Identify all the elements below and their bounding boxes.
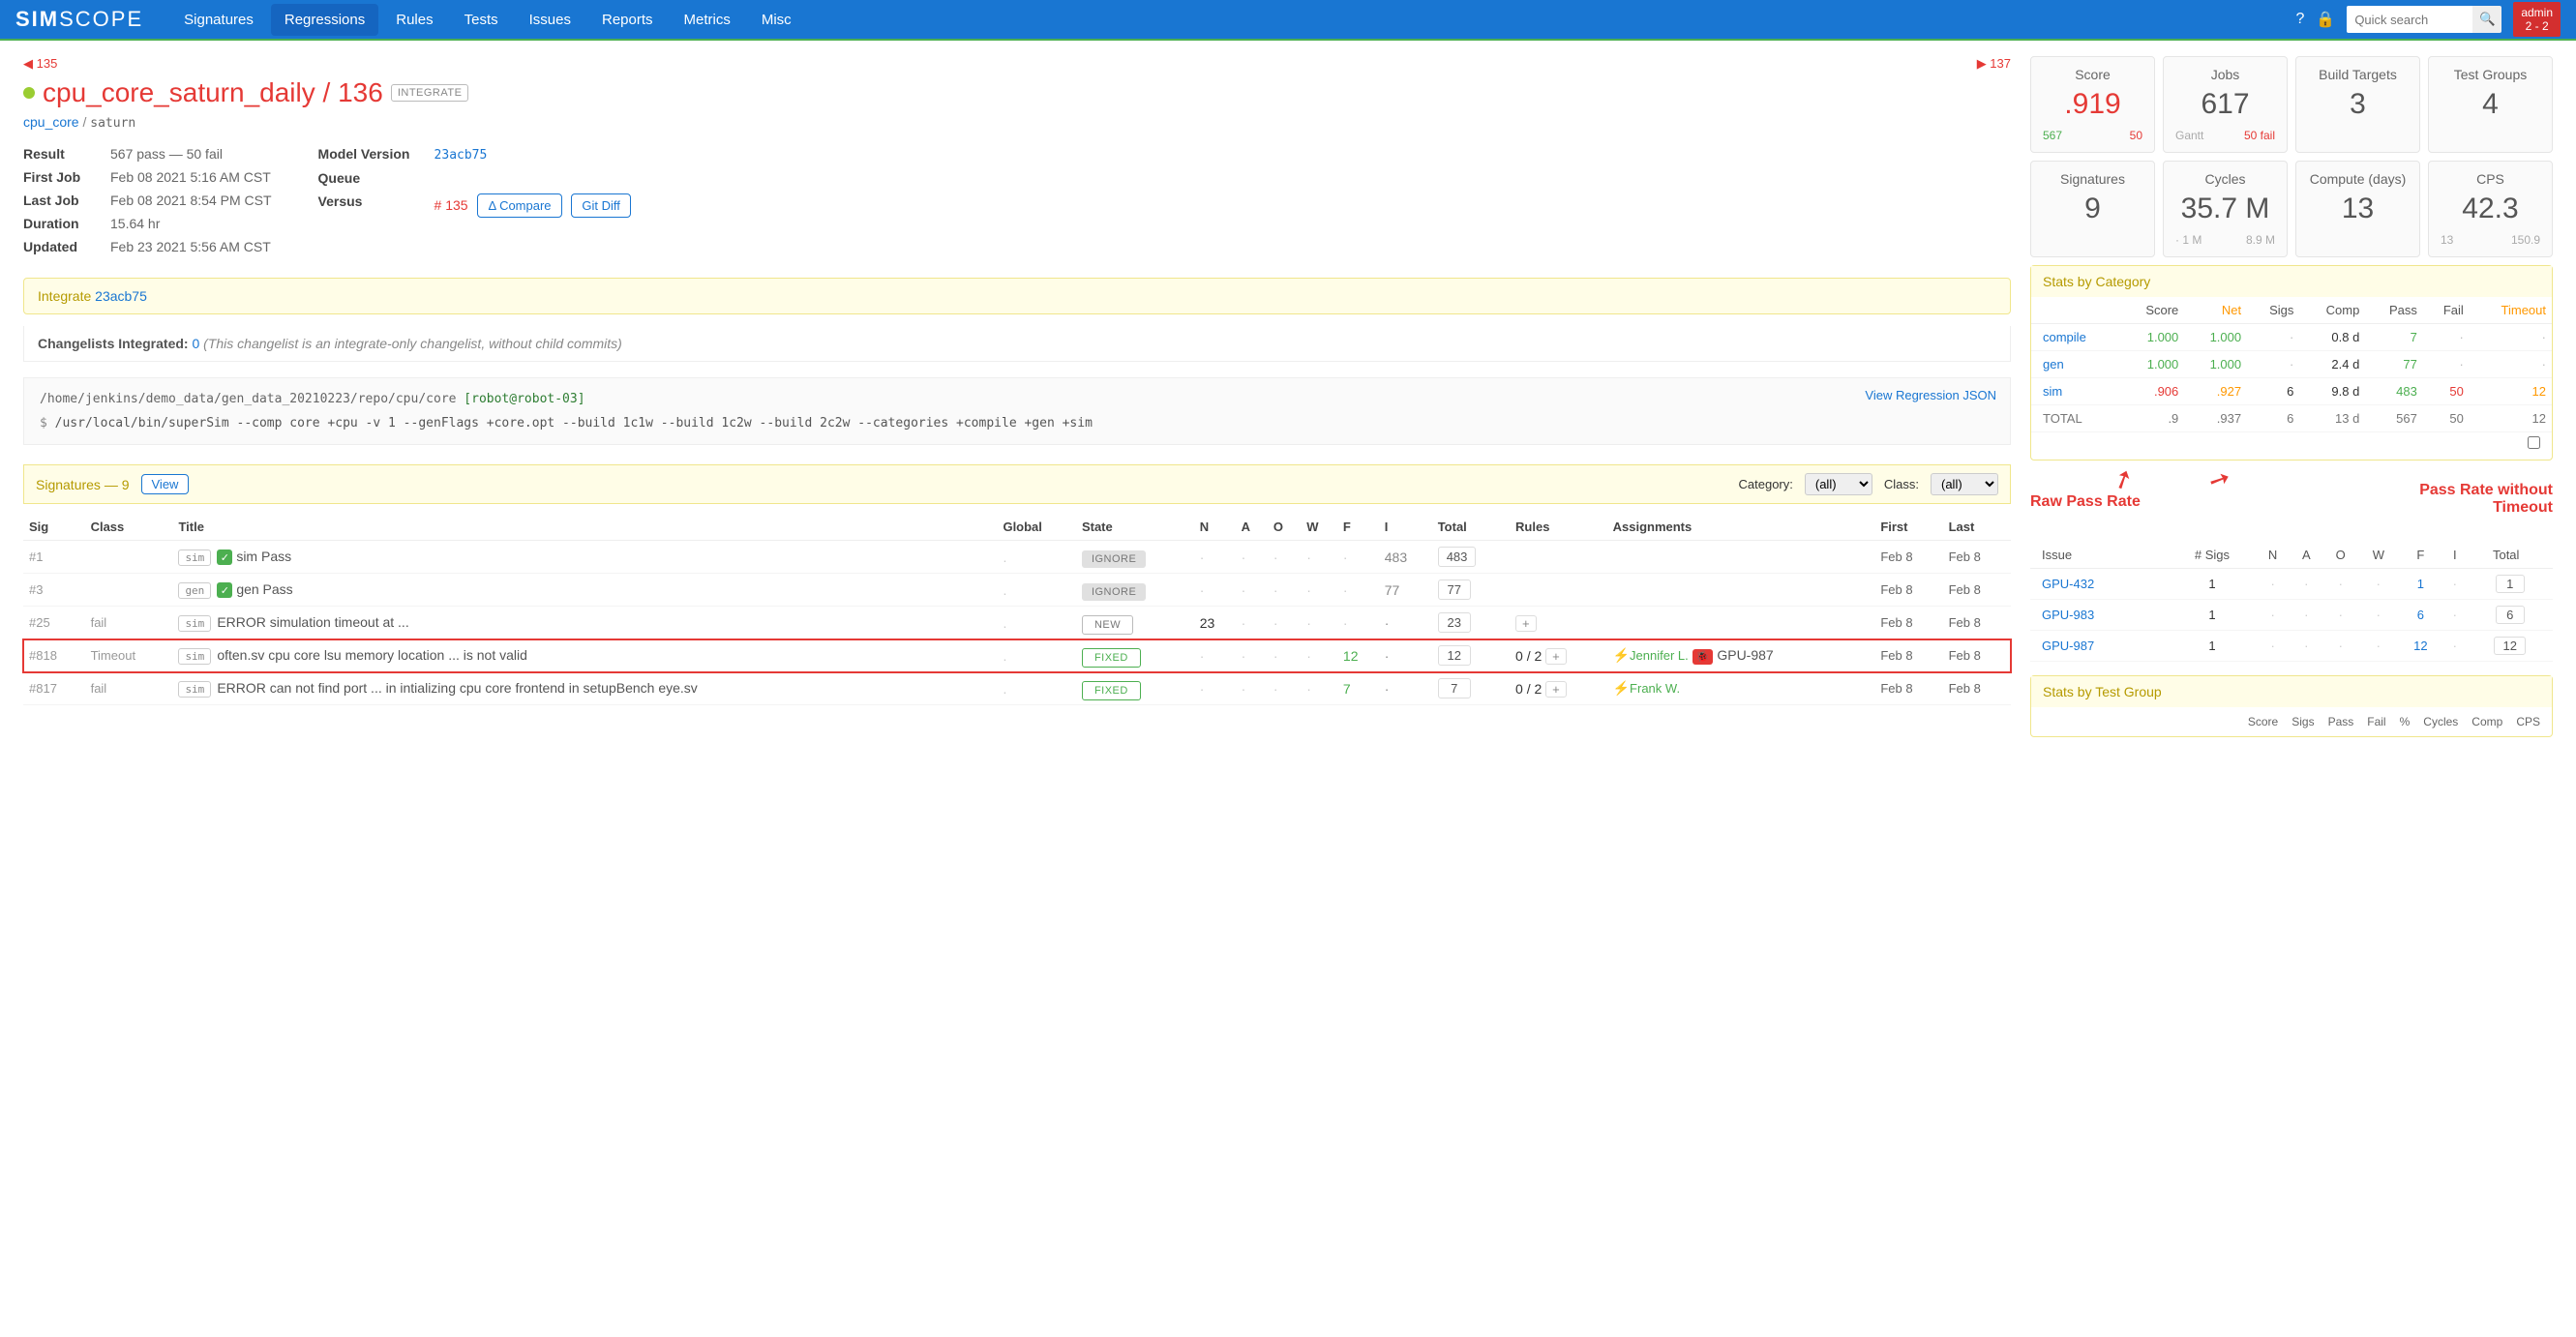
stat-card-score[interactable]: Score.91956750 [2030, 56, 2155, 153]
add-rule-button[interactable]: + [1545, 681, 1567, 698]
stats-by-category: Stats by Category ScoreNetSigsCompPassFa… [2030, 265, 2553, 461]
stat-card-cps[interactable]: CPS42.313150.9 [2428, 161, 2553, 257]
stat-card-test-groups[interactable]: Test Groups4 [2428, 56, 2553, 153]
changelist-count[interactable]: 0 [192, 336, 199, 351]
lock-icon[interactable]: 🔒 [2316, 10, 2335, 29]
issue-row[interactable]: GPU-9871····12·12 [2030, 631, 2553, 662]
integrate-hash-link[interactable]: 23acb75 [95, 288, 147, 304]
versus-link[interactable]: # 135 [434, 197, 468, 213]
breadcrumb-root[interactable]: cpu_core [23, 114, 79, 130]
nav-signatures[interactable]: Signatures [170, 4, 267, 36]
nav-misc[interactable]: Misc [748, 4, 805, 36]
nav-reports[interactable]: Reports [588, 4, 667, 36]
add-rule-button[interactable]: + [1515, 615, 1537, 632]
meta-left: Result567 pass — 50 failFirst JobFeb 08 … [23, 146, 272, 262]
signature-row[interactable]: #25failsimERROR simulation timeout at ..… [23, 607, 2011, 639]
stat-card-signatures[interactable]: Signatures9 [2030, 161, 2155, 257]
category-select[interactable]: (all) [1805, 473, 1872, 495]
stat-cards-top: Score.91956750Jobs617Gantt50 failBuild T… [2030, 56, 2553, 153]
signature-row[interactable]: #817failsimERROR can not find port ... i… [23, 672, 2011, 705]
brand-logo: SIMSCOPE [15, 7, 143, 32]
class-select[interactable]: (all) [1931, 473, 1998, 495]
nav-metrics[interactable]: Metrics [671, 4, 744, 36]
cat-compile[interactable]: compile [2043, 330, 2086, 344]
nav-links: SignaturesRegressionsRulesTestsIssuesRep… [170, 4, 805, 36]
prev-next-nav: ◀ 135 ▶ 137 [23, 56, 2011, 72]
compare-button[interactable]: Δ Compare [477, 193, 561, 218]
admin-badge[interactable]: admin2 - 2 [2513, 2, 2561, 38]
meta-right: Model Version23acb75 Queue Versus # 135 … [318, 146, 631, 262]
nav-regressions[interactable]: Regressions [271, 4, 378, 36]
model-version-link[interactable]: 23acb75 [434, 148, 488, 163]
changelist-info: Changelists Integrated: 0 (This changeli… [23, 326, 2011, 362]
prev-link[interactable]: ◀ 135 [23, 56, 57, 72]
timeout-checkbox[interactable] [2528, 436, 2540, 449]
status-dot-icon [23, 87, 35, 99]
gitdiff-button[interactable]: Git Diff [571, 193, 631, 218]
integrate-banner: Integrate 23acb75 [23, 278, 2011, 314]
stat-card-cycles[interactable]: Cycles35.7 M· 1 M8.9 M [2163, 161, 2288, 257]
cat-gen[interactable]: gen [2043, 357, 2064, 371]
issues-box: Issue# SigsNAOWFITotal GPU-4321····1·1GP… [2030, 542, 2553, 662]
cat-sim[interactable]: sim [2043, 384, 2062, 399]
breadcrumb-leaf: saturn [90, 116, 135, 131]
view-regression-json-link[interactable]: View Regression JSON [1865, 388, 1996, 402]
page-title: cpu_core_saturn_daily / 136 INTEGRATE [23, 77, 2011, 108]
nav-issues[interactable]: Issues [516, 4, 584, 36]
signatures-view-button[interactable]: View [141, 474, 190, 494]
top-nav: SIMSCOPE SignaturesRegressionsRulesTests… [0, 0, 2576, 41]
stats-by-test-group: Stats by Test Group ScoreSigsPassFail%Cy… [2030, 675, 2553, 737]
signature-row[interactable]: #818Timeoutsimoften.sv cpu core lsu memo… [23, 639, 2011, 672]
signatures-header: Signatures — 9 View Category: (all) Clas… [23, 464, 2011, 504]
nav-tests[interactable]: Tests [451, 4, 512, 36]
signature-row[interactable]: #1sim✓sim Pass.IGNORE·····483483 Feb 8Fe… [23, 541, 2011, 574]
search-button[interactable]: 🔍 [2472, 6, 2501, 33]
help-icon[interactable]: ? [2295, 11, 2304, 28]
breadcrumb: cpu_core / saturn [23, 114, 2011, 131]
command-box: View Regression JSON /home/jenkins/demo_… [23, 377, 2011, 445]
stat-cards-bottom: Signatures9Cycles35.7 M· 1 M8.9 MCompute… [2030, 161, 2553, 257]
stat-card-build-targets[interactable]: Build Targets3 [2295, 56, 2420, 153]
nav-rules[interactable]: Rules [382, 4, 446, 36]
next-link[interactable]: ▶ 137 [1977, 56, 2011, 72]
stat-card-compute-days-[interactable]: Compute (days)13 [2295, 161, 2420, 257]
quick-search-input[interactable] [2347, 6, 2472, 33]
stat-card-jobs[interactable]: Jobs617Gantt50 fail [2163, 56, 2288, 153]
add-rule-button[interactable]: + [1545, 648, 1567, 665]
issue-row[interactable]: GPU-9831····6·6 [2030, 600, 2553, 631]
integrate-tag: INTEGRATE [391, 84, 469, 102]
annotations: ➚ Raw Pass Rate ➚ Pass Rate without Time… [2030, 474, 2553, 542]
signatures-table: SigClassTitleGlobalStateNAOWFITotalRules… [23, 514, 2011, 705]
signature-row[interactable]: #3gen✓gen Pass.IGNORE·····7777 Feb 8Feb … [23, 574, 2011, 607]
issue-row[interactable]: GPU-4321····1·1 [2030, 569, 2553, 600]
